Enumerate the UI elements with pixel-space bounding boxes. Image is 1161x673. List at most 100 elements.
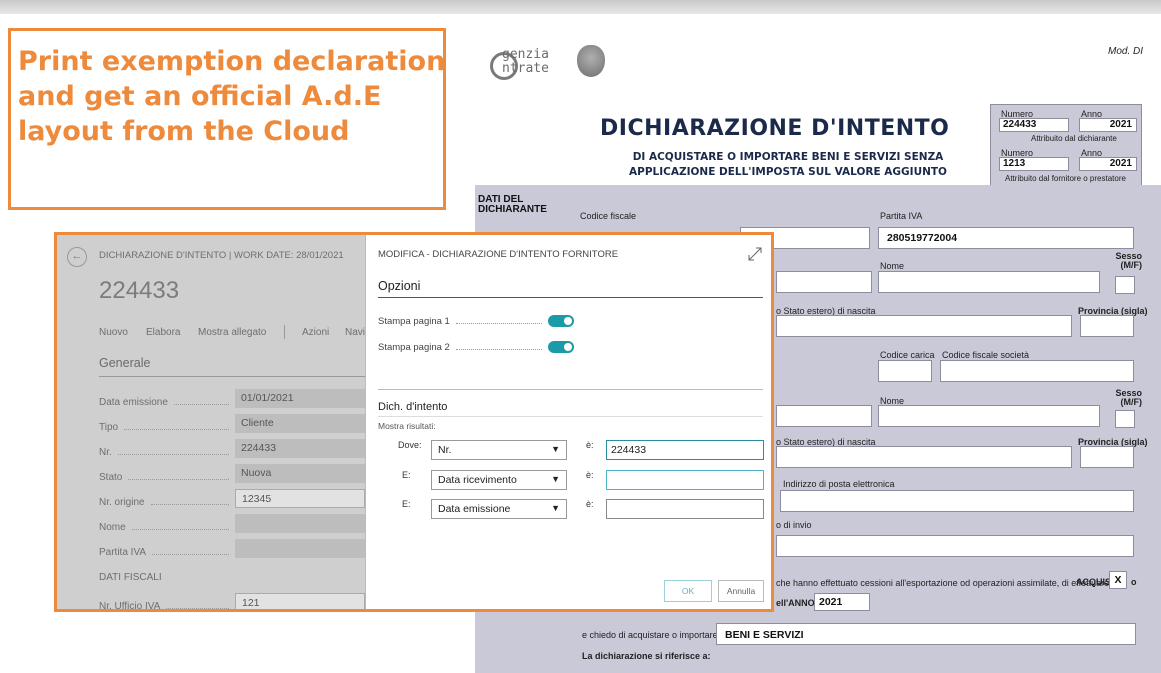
field-row: Partita IVA — [99, 539, 365, 558]
field-value[interactable]: 01/01/2021 — [235, 389, 365, 408]
filter-2-prefix: E: — [402, 470, 411, 480]
provincia-2-field — [1080, 446, 1134, 468]
action-elabora[interactable]: Elabora — [146, 327, 180, 338]
field-value[interactable]: 12345 — [235, 489, 365, 508]
section-generale: Generale — [99, 356, 151, 370]
toggle-row-2: Stampa pagina 2 — [378, 341, 574, 353]
chevron-down-icon: ▼ — [551, 474, 560, 484]
ok-button[interactable]: OK — [664, 580, 712, 602]
field-value[interactable]: 224433 — [235, 439, 365, 458]
invio-label: o di invio — [776, 520, 812, 530]
field-label: Nr. Ufficio IVA — [99, 601, 161, 612]
acquisti-checkbox: X — [1109, 571, 1127, 589]
cognome-2-field — [776, 405, 872, 427]
logo-line-2: ntrate — [502, 61, 549, 76]
field-label: Data emissione — [99, 397, 168, 408]
filter-1-value-input[interactable]: 224433 — [606, 440, 764, 460]
filter-2-value-input[interactable] — [606, 470, 764, 490]
nome-2-field — [878, 405, 1100, 427]
protocol-number-box: Numero Anno 224433 2021 Attribuito dal d… — [990, 104, 1142, 188]
filter-3-prefix: E: — [402, 499, 411, 509]
field-label: Stato — [99, 472, 123, 483]
filter-3-field-select[interactable]: Data emissione ▼ — [431, 499, 567, 519]
anno-text: ell'ANNO — [776, 598, 815, 608]
sesso-2-label: Sesso (M/F) — [1115, 388, 1142, 407]
form-subtitle: DI ACQUISTARE O IMPORTARE BENI E SERVIZI… — [629, 151, 947, 178]
luogo-nascita-2-field — [776, 446, 1072, 468]
republic-emblem-icon — [577, 45, 605, 77]
attrib-2-label: Attribuito dal fornitore o prestatore — [1005, 174, 1126, 183]
riferisce-text: La dichiarazione si riferisce a: — [582, 651, 711, 661]
chevron-down-icon: ▼ — [551, 503, 560, 513]
field-value[interactable] — [235, 514, 365, 533]
field-row: Nome — [99, 514, 365, 533]
field-value[interactable]: Cliente — [235, 414, 365, 433]
cessioni-text: che hanno effettuato cessioni all'esport… — [776, 578, 1110, 588]
filter-3-value-input[interactable] — [606, 499, 764, 519]
action-divider — [284, 325, 285, 339]
screenshot-frame: ← DICHIARAZIONE D'INTENTO | WORK DATE: 2… — [54, 232, 774, 612]
modifica-dialog: MODIFICA - DICHIARAZIONE D'INTENTO FORNI… — [365, 235, 771, 609]
attrib-1-label: Attribuito dal dichiarante — [1031, 134, 1117, 143]
agenzia-logo-text: genzia ntrate — [502, 48, 549, 76]
provincia-field — [1080, 315, 1134, 337]
nome-field — [878, 271, 1100, 293]
anno-field: 2021 — [814, 593, 870, 611]
field-label: Tipo — [99, 422, 119, 433]
email-field — [780, 490, 1134, 512]
filter-3-eq: è: — [586, 499, 594, 509]
numero-2-value: 1213 — [999, 157, 1069, 171]
show-results-label: Mostra risultati: — [378, 421, 436, 431]
filter-3-field: Data emissione — [438, 503, 511, 515]
action-navigate[interactable]: Navi — [345, 327, 365, 338]
action-azioni[interactable]: Azioni — [302, 327, 329, 338]
filter-2-field: Data ricevimento — [438, 474, 517, 486]
field-value[interactable]: Nuova — [235, 464, 365, 483]
filter-header: Dich. d'intento — [378, 401, 448, 413]
logo-line-1: genzia — [502, 47, 549, 62]
field-row: Nr. Ufficio IVA 121 — [99, 593, 365, 612]
stampa-pagina-1-toggle[interactable] — [548, 315, 574, 327]
window-top-bar — [0, 0, 1161, 14]
field-label: Nr. — [99, 447, 112, 458]
filter-2-eq: è: — [586, 470, 594, 480]
cf-societa-label: Codice fiscale società — [942, 350, 1030, 360]
back-arrow-icon[interactable]: ← — [67, 247, 87, 267]
form-title: DICHIARAZIONE D'INTENTO — [600, 116, 950, 141]
field-value[interactable]: 121 — [235, 593, 365, 609]
codice-fiscale-label: Codice fiscale — [580, 211, 637, 221]
toggle-row-1: Stampa pagina 1 — [378, 315, 574, 327]
expand-icon[interactable] — [748, 247, 762, 261]
filter-1-prefix: Dove: — [398, 440, 422, 450]
field-row: Nr. 224433 — [99, 439, 365, 458]
filter-1-field: Nr. — [438, 444, 452, 456]
cancel-button[interactable]: Annulla — [718, 580, 764, 602]
callout-text: Print exemption declaration and get an o… — [18, 46, 446, 147]
chevron-down-icon: ▼ — [551, 444, 560, 454]
codice-carica-label: Codice carica — [880, 350, 935, 360]
section-divider — [99, 376, 365, 377]
invio-field — [776, 535, 1134, 557]
cognome-field — [776, 271, 872, 293]
field-row: Nr. origine 12345 — [99, 489, 365, 508]
action-mostra-allegato[interactable]: Mostra allegato — [198, 327, 266, 338]
field-value[interactable] — [235, 539, 365, 558]
beni-servizi-field: BENI E SERVIZI — [716, 623, 1136, 645]
sesso-label: Sesso (M/F) — [1115, 251, 1142, 270]
record-page: ← DICHIARAZIONE D'INTENTO | WORK DATE: 2… — [57, 235, 365, 612]
numero-1-value: 224433 — [999, 118, 1069, 132]
filter-1-field-select[interactable]: Nr. ▼ — [431, 440, 567, 460]
field-label: Nr. origine — [99, 497, 145, 508]
field-row: Tipo Cliente — [99, 414, 365, 433]
filter-2-field-select[interactable]: Data ricevimento ▼ — [431, 470, 567, 490]
record-number: 224433 — [99, 277, 180, 304]
field-label: Partita IVA — [99, 547, 147, 558]
partita-iva-label: Partita IVA — [880, 211, 923, 221]
toggle-2-label: Stampa pagina 2 — [378, 342, 450, 353]
action-nuovo[interactable]: Nuovo — [99, 327, 128, 338]
field-row: Stato Nuova — [99, 464, 365, 483]
options-divider — [378, 297, 763, 298]
mod-label: Mod. DI — [1108, 46, 1144, 57]
cf-societa-field — [940, 360, 1134, 382]
stampa-pagina-2-toggle[interactable] — [548, 341, 574, 353]
